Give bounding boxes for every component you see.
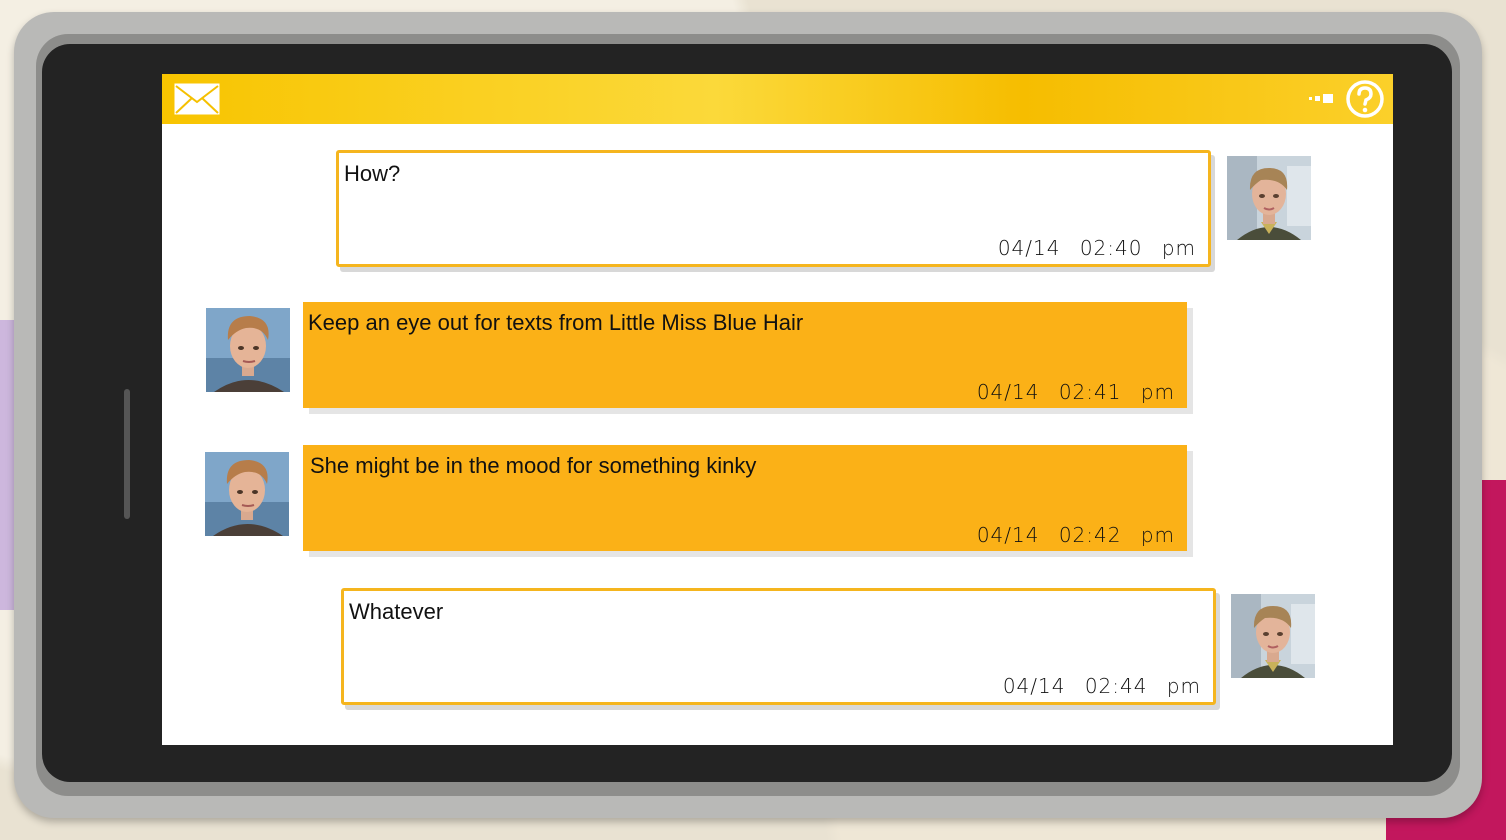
phone-side-button bbox=[124, 389, 130, 519]
mail-icon bbox=[174, 83, 220, 115]
message-timestamp: 04/14 02:40 pm bbox=[997, 236, 1196, 260]
message-text: How? bbox=[344, 161, 401, 186]
message-bubble-received: Keep an eye out for texts from Little Mi… bbox=[303, 302, 1187, 408]
signal-icon bbox=[1309, 94, 1333, 103]
messages-screen: How? 04/14 02:40 pm Keep an eye out for … bbox=[162, 74, 1393, 745]
female-avatar bbox=[1227, 156, 1311, 240]
message-bubble-received: She might be in the mood for something k… bbox=[303, 445, 1187, 551]
message-timestamp: 04/14 02:42 pm bbox=[976, 523, 1175, 547]
message-text: Keep an eye out for texts from Little Mi… bbox=[308, 310, 804, 335]
message-timestamp: 04/14 02:41 pm bbox=[976, 380, 1175, 404]
messages-topbar bbox=[162, 74, 1393, 124]
male-avatar bbox=[205, 452, 289, 536]
female-avatar bbox=[1231, 594, 1315, 678]
message-bubble-sent: Whatever 04/14 02:44 pm bbox=[341, 588, 1216, 705]
message-text: Whatever bbox=[349, 599, 444, 624]
male-avatar bbox=[206, 308, 290, 392]
message-bubble-sent: How? 04/14 02:40 pm bbox=[336, 150, 1211, 267]
message-timestamp: 04/14 02:44 pm bbox=[1002, 674, 1201, 698]
help-icon[interactable] bbox=[1345, 79, 1385, 119]
message-text: She might be in the mood for something k… bbox=[310, 453, 757, 478]
